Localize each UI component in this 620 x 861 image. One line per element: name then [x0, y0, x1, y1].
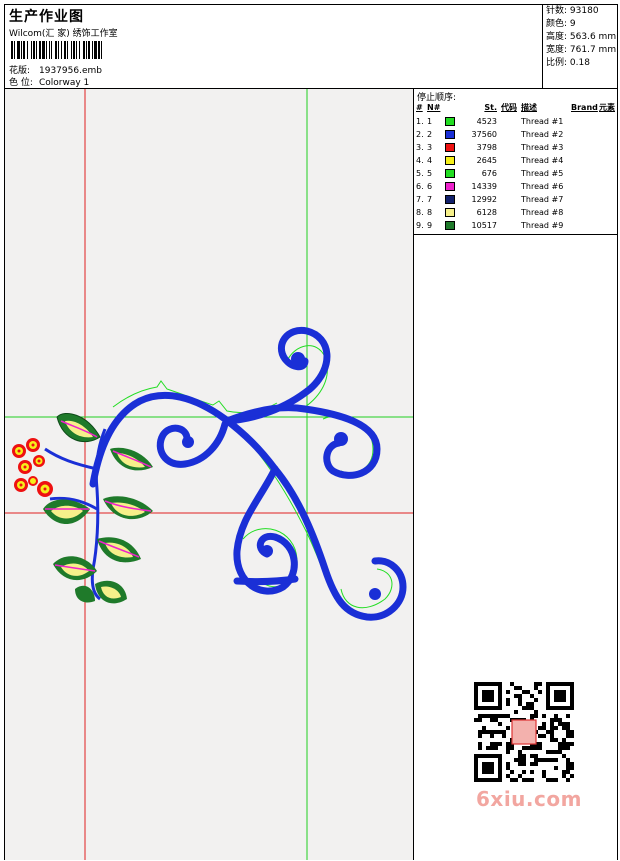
thread-row: 1. 1 4523 Thread #1 — [414, 115, 617, 128]
barcode — [11, 41, 102, 59]
colorway-line: 色 位: Colorway 1 — [9, 75, 89, 88]
flowers — [12, 438, 53, 497]
thread-description: Thread #1 — [521, 117, 564, 126]
blue-scroll-vine — [89, 326, 407, 621]
thread-color-swatch — [445, 182, 455, 191]
thread-row: 5. 5 676 Thread #5 — [414, 167, 617, 180]
thread-index: 2. — [416, 130, 424, 139]
thread-description: Thread #6 — [521, 182, 564, 191]
thread-description: Thread #3 — [521, 143, 564, 152]
thread-description: Thread #7 — [521, 195, 564, 204]
stat-width: 宽度: 761.7 mm — [546, 45, 617, 55]
thread-description: Thread #8 — [521, 208, 564, 217]
thread-index: 1. — [416, 117, 424, 126]
thread-number: 5 — [427, 169, 433, 178]
thread-row: 6. 6 14339 Thread #6 — [414, 180, 617, 193]
thread-row: 9. 9 10517 Thread #9 — [414, 219, 617, 232]
threads-header-row: # N# St. 代码 描述 Brand 元素 — [416, 103, 615, 112]
thread-number: 3 — [427, 143, 433, 152]
stat-height: 高度: 563.6 mm — [546, 32, 617, 42]
colorway-label: 色 位: — [9, 78, 33, 88]
thread-number: 8 — [427, 208, 433, 217]
stat-scale: 比例: 0.18 — [546, 58, 590, 68]
thread-index: 7. — [416, 195, 424, 204]
thread-index: 5. — [416, 169, 424, 178]
thread-number: 7 — [427, 195, 433, 204]
thread-index: 3. — [416, 143, 424, 152]
thread-color-swatch — [445, 117, 455, 126]
thread-row: 4. 4 2645 Thread #4 — [414, 154, 617, 167]
threads-title: 停止顺序: — [417, 93, 457, 103]
watermark-text: 6xiu.com — [476, 787, 582, 811]
stat-stitches: 针数: 93180 — [546, 6, 599, 16]
thread-stitches: 37560 — [471, 130, 497, 139]
thread-index: 8. — [416, 208, 424, 217]
qr-code — [466, 676, 582, 788]
thread-stitches: 14339 — [471, 182, 497, 191]
thread-number: 2 — [427, 130, 433, 139]
thread-color-swatch — [445, 156, 455, 165]
thread-color-swatch — [445, 221, 455, 230]
thread-description: Thread #9 — [521, 221, 564, 230]
thread-color-swatch — [445, 143, 455, 152]
thread-description: Thread #5 — [521, 169, 564, 178]
thread-color-swatch — [445, 208, 455, 217]
thread-number: 4 — [427, 156, 433, 165]
thread-stitches: 6128 — [476, 208, 497, 217]
thread-color-swatch — [445, 169, 455, 178]
design-canvas — [5, 89, 414, 860]
thread-row: 8. 8 6128 Thread #8 — [414, 206, 617, 219]
stat-colors: 颜色: 9 — [546, 19, 576, 29]
sheet-subtitle: Wilcom(汇 家) 绣饰工作室 — [9, 29, 118, 39]
thread-rows: 1. 1 4523 Thread #1 2. 2 37560 Thread #2 3. 3 3798… — [414, 115, 617, 232]
thread-description: Thread #2 — [521, 130, 564, 139]
thread-stitches: 12992 — [471, 195, 497, 204]
thread-stop-sequence: 停止顺序: # N# St. 代码 描述 Brand 元素 1. 1 4523 Thr… — [414, 89, 617, 235]
thread-number: 1 — [427, 117, 433, 126]
thread-number: 6 — [427, 182, 433, 191]
thread-index: 4. — [416, 156, 424, 165]
thread-row: 7. 7 12992 Thread #7 — [414, 193, 617, 206]
thread-stitches: 2645 — [476, 156, 497, 165]
thread-number: 9 — [427, 221, 433, 230]
thread-stitches: 676 — [481, 169, 497, 178]
thread-row: 3. 3 3798 Thread #3 — [414, 141, 617, 154]
thread-description: Thread #4 — [521, 156, 564, 165]
colorway-value: Colorway 1 — [39, 78, 90, 88]
thread-index: 6. — [416, 182, 424, 191]
sheet-title: 生产作业图 — [9, 9, 84, 25]
sheet-header: 生产作业图 Wilcom(汇 家) 绣饰工作室 花版: 1937956.emb 色… — [5, 5, 617, 89]
thread-stitches: 4523 — [476, 117, 497, 126]
thread-color-swatch — [445, 195, 455, 204]
thread-index: 9. — [416, 221, 424, 230]
thread-color-swatch — [445, 130, 455, 139]
embroidery-design — [5, 89, 413, 860]
stats-panel: 针数: 93180 颜色: 9 高度: 563.6 mm 宽度: 761.7 m… — [542, 5, 617, 89]
thread-stitches: 10517 — [471, 221, 497, 230]
thread-row: 2. 2 37560 Thread #2 — [414, 128, 617, 141]
thread-stitches: 3798 — [476, 143, 497, 152]
